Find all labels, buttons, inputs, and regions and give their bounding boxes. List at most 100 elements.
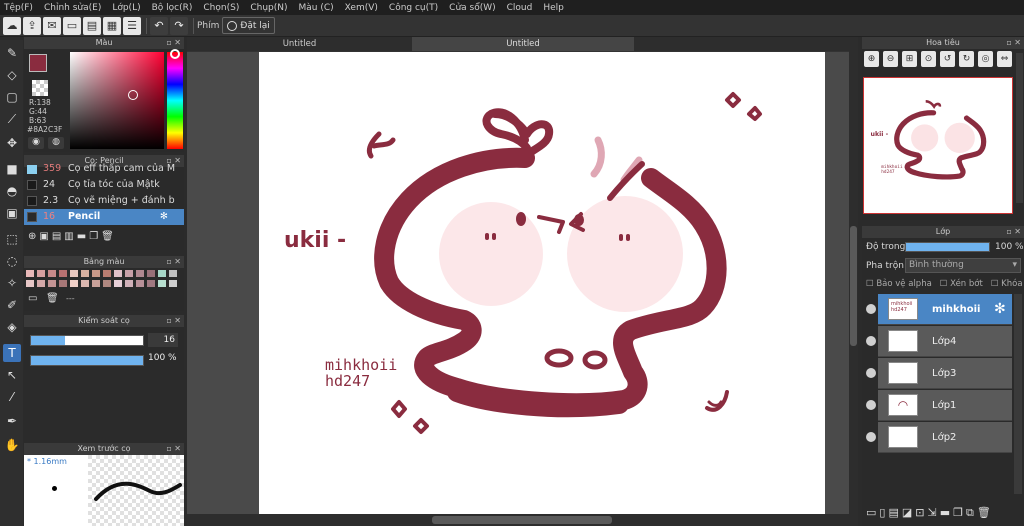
palette-swatch[interactable] bbox=[48, 270, 56, 277]
palette-swatch[interactable] bbox=[70, 270, 78, 277]
fill-tool-icon[interactable]: ◓ bbox=[3, 182, 21, 200]
layer-mask-icon[interactable]: ◪ bbox=[902, 506, 912, 524]
text-tool-icon[interactable]: T bbox=[3, 344, 21, 362]
vertical-scrollbar[interactable] bbox=[849, 51, 858, 514]
palette-swatch[interactable] bbox=[147, 280, 155, 287]
panel-close-icon[interactable]: ▫ ✕ bbox=[166, 443, 181, 455]
palette-swatch[interactable] bbox=[26, 280, 34, 287]
eraser-tool-icon[interactable]: ◇ bbox=[3, 66, 21, 84]
palette-swatch[interactable] bbox=[125, 280, 133, 287]
rotate-left-icon[interactable]: ↺ bbox=[940, 51, 955, 67]
eyedropper-icon[interactable]: ✒ bbox=[3, 412, 21, 430]
zoom-in-icon[interactable]: ⊕ bbox=[864, 51, 879, 67]
tab-untitled-1[interactable]: Untitled bbox=[187, 37, 412, 51]
menu-tools[interactable]: Công cụ(T) bbox=[389, 3, 438, 13]
brush-size-value[interactable]: 16 bbox=[148, 333, 178, 347]
shape-tool-icon[interactable]: ■ bbox=[3, 160, 21, 178]
layer-item[interactable]: ◠ Lớp1 bbox=[878, 390, 1012, 421]
operation-tool-icon[interactable]: ↖ bbox=[3, 366, 21, 384]
copy-brush-icon[interactable]: ▤ bbox=[52, 231, 61, 247]
brush-item-selected[interactable]: 16 Pencil ✻ bbox=[24, 209, 184, 225]
palette-swatch[interactable] bbox=[103, 270, 111, 277]
hand-tool-icon[interactable]: ✋ bbox=[3, 436, 21, 454]
palette-swatch[interactable] bbox=[147, 270, 155, 277]
layer-settings-gear-icon[interactable]: ✻ bbox=[994, 301, 1006, 317]
reset-button[interactable]: Đặt lại bbox=[222, 17, 275, 34]
layer-duplicate-icon[interactable]: ❐ bbox=[953, 506, 963, 524]
layer-visibility-eye-icon[interactable] bbox=[866, 304, 876, 314]
select-eraser-icon[interactable]: ◈ bbox=[3, 318, 21, 336]
menu-window[interactable]: Cửa sổ(W) bbox=[449, 3, 495, 13]
primary-color-swatch[interactable] bbox=[29, 54, 47, 72]
palette-swatch[interactable] bbox=[169, 280, 177, 287]
delete-palette-icon[interactable]: 🗑 bbox=[46, 293, 59, 304]
grid-icon[interactable]: ▦ bbox=[103, 16, 121, 35]
drawing-canvas[interactable]: ukii - mihkhoii hd247 bbox=[259, 52, 825, 514]
horizontal-scrollbar[interactable] bbox=[187, 514, 858, 526]
palette-swatch[interactable] bbox=[81, 280, 89, 287]
navigator-preview[interactable]: ukii - mihkhoii hd247 bbox=[863, 77, 1013, 214]
cloud-icon[interactable]: ☁ bbox=[3, 16, 21, 35]
menu-view[interactable]: Xem(V) bbox=[345, 3, 378, 13]
lock-checkbox[interactable]: ☐ Khóa bbox=[991, 279, 1023, 289]
new-layer-alt-icon[interactable]: ▯ bbox=[879, 506, 885, 524]
layer-folder-icon[interactable]: ▬ bbox=[940, 506, 950, 524]
layer-text-icon[interactable]: ⇲ bbox=[928, 506, 937, 524]
palette-swatch[interactable] bbox=[81, 270, 89, 277]
menu-cloud[interactable]: Cloud bbox=[507, 3, 533, 13]
palette-swatch[interactable] bbox=[92, 270, 100, 277]
add-brush-icon[interactable]: ⊕ bbox=[28, 231, 36, 247]
document-icon[interactable]: ▤ bbox=[83, 16, 101, 35]
panel-close-icon[interactable]: ▫ ✕ bbox=[166, 315, 181, 327]
vertical-scroll-thumb[interactable] bbox=[850, 226, 857, 346]
delete-layer-icon[interactable]: 🗑 bbox=[977, 506, 991, 524]
palette-swatch[interactable] bbox=[125, 270, 133, 277]
wand-brush-icon[interactable]: ⟋ bbox=[3, 110, 21, 128]
transparent-color-swatch[interactable] bbox=[32, 80, 48, 96]
layer-scrollbar[interactable] bbox=[1014, 294, 1022, 494]
layer-visibility-eye-icon[interactable] bbox=[866, 368, 876, 378]
panel-close-icon[interactable]: ▫ ✕ bbox=[166, 37, 181, 49]
new-palette-icon[interactable]: ▭ bbox=[28, 293, 37, 304]
paste-brush-icon[interactable]: ▣ bbox=[39, 231, 48, 247]
folder-icon[interactable]: ▬ bbox=[77, 231, 86, 247]
navigator-zoom-slider[interactable] bbox=[1016, 53, 1023, 203]
palette-swatch[interactable] bbox=[59, 270, 67, 277]
palette-swatch[interactable] bbox=[37, 270, 45, 277]
blend-mode-select[interactable]: Bình thường ▾ bbox=[905, 258, 1021, 273]
delete-brush-icon[interactable]: 🗑 bbox=[101, 231, 114, 247]
saturation-value-picker[interactable] bbox=[70, 52, 164, 149]
panel-close-icon[interactable]: ▫ ✕ bbox=[166, 256, 181, 268]
palette-swatch[interactable] bbox=[59, 280, 67, 287]
layer-copy-icon[interactable]: ▤ bbox=[888, 506, 898, 524]
list-icon[interactable]: ☰ bbox=[123, 16, 141, 35]
zoom-out-icon[interactable]: ⊖ bbox=[883, 51, 898, 67]
flip-icon[interactable]: ⇔ bbox=[997, 51, 1012, 67]
layer-effect-icon[interactable]: ⊡ bbox=[915, 506, 924, 524]
gradient-tool-icon[interactable]: ▣ bbox=[3, 204, 21, 222]
panel-close-icon[interactable]: ▫ ✕ bbox=[1006, 226, 1021, 238]
dropper-tool-icon[interactable]: ⁄ bbox=[3, 388, 21, 406]
menu-filter[interactable]: Bộ lọc(R) bbox=[152, 3, 193, 13]
clip-checkbox[interactable]: ☐ Xén bớt bbox=[940, 279, 983, 289]
magic-wand-icon[interactable]: ✧ bbox=[3, 274, 21, 292]
menu-color[interactable]: Màu (C) bbox=[299, 3, 334, 13]
layer-item[interactable]: Lớp2 bbox=[878, 422, 1012, 453]
palette-swatch[interactable] bbox=[48, 280, 56, 287]
lasso-tool-icon[interactable]: ◌ bbox=[3, 252, 21, 270]
brush-item[interactable]: 24 Cọ tỉa tóc của Mậtk bbox=[24, 177, 184, 193]
palette-swatch[interactable] bbox=[136, 280, 144, 287]
layer-item[interactable]: Lớp4 bbox=[878, 326, 1012, 357]
menu-capture[interactable]: Chụp(N) bbox=[250, 3, 287, 13]
palette-swatch[interactable] bbox=[26, 270, 34, 277]
palette-icon[interactable]: ◉ bbox=[28, 137, 44, 149]
palette-alt-icon[interactable]: ◍ bbox=[48, 137, 64, 149]
brush-opacity-slider[interactable] bbox=[30, 355, 144, 366]
menu-help[interactable]: Help bbox=[543, 3, 564, 13]
menu-edit[interactable]: Chỉnh sửa(E) bbox=[44, 3, 101, 13]
menu-file[interactable]: Tệp(F) bbox=[4, 3, 33, 13]
duplicate-icon[interactable]: ❐ bbox=[89, 231, 98, 247]
select-pen-icon[interactable]: ✐ bbox=[3, 296, 21, 314]
rect-select-icon[interactable]: ▢ bbox=[3, 88, 21, 106]
protect-alpha-checkbox[interactable]: ☐ Bảo vệ alpha bbox=[866, 279, 932, 289]
